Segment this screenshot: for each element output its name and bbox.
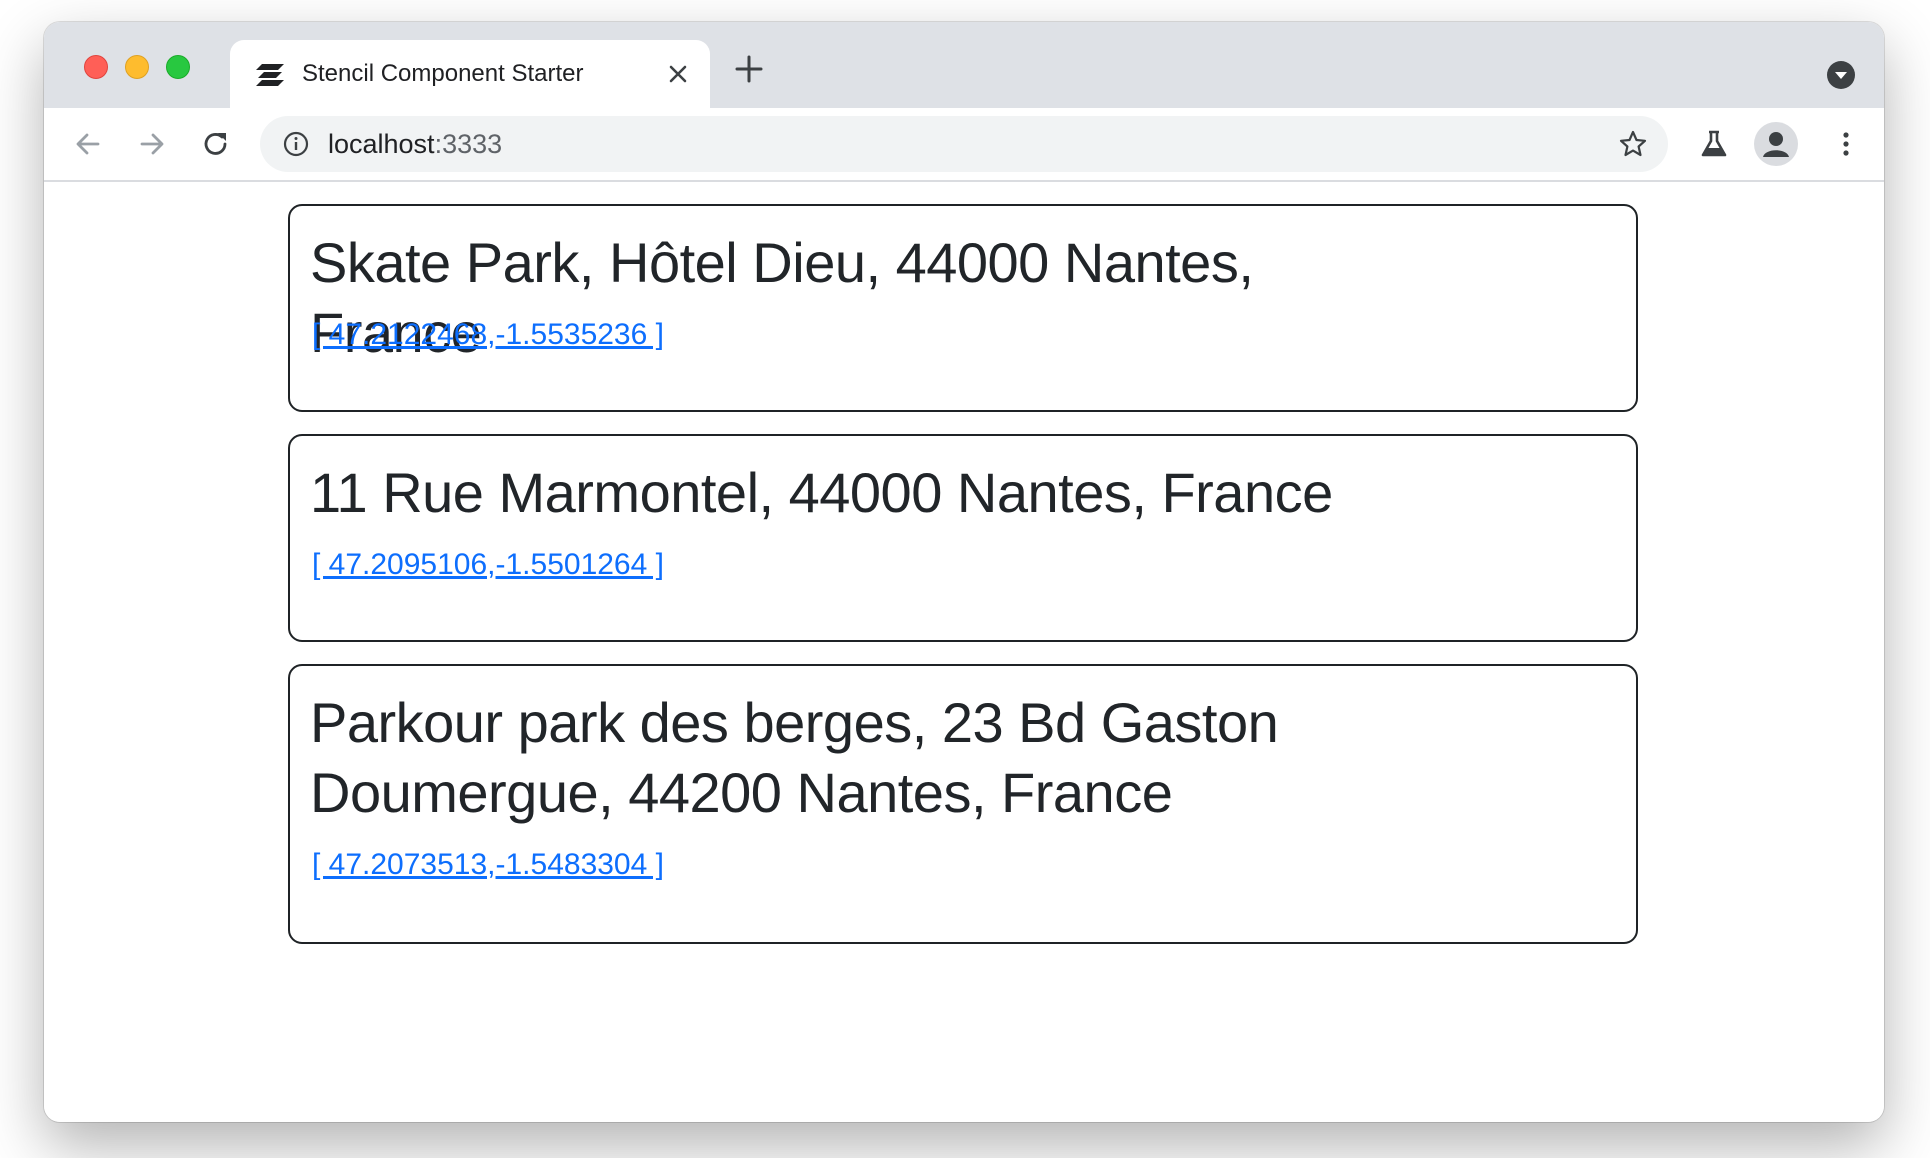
stencil-logo-icon: [256, 64, 284, 86]
info-icon[interactable]: [282, 130, 310, 158]
chevron-down-icon[interactable]: [1826, 60, 1856, 90]
place-address: Parkour park des berges, 23 Bd Gaston Do…: [310, 691, 1279, 824]
place-coordinates-link[interactable]: [ 47.2095106,-1.5501264 ]: [312, 548, 664, 582]
url-host: localhost: [328, 129, 435, 159]
url-port: :3333: [434, 129, 503, 159]
url-text: localhost:3333: [328, 116, 502, 172]
place-card: Skate Park, Hôtel Dieu, 44000 Nantes, Fr…: [288, 204, 1638, 412]
tab-stencil-component-starter[interactable]: Stencil Component Starter: [230, 40, 710, 108]
minimize-window-button[interactable]: [125, 55, 149, 79]
avatar-icon[interactable]: [1754, 122, 1798, 166]
tab-title: Stencil Component Starter: [302, 60, 584, 87]
toolbar: localhost:3333: [44, 108, 1884, 182]
place-card: Parkour park des berges, 23 Bd Gaston Do…: [288, 664, 1638, 944]
zoom-window-button[interactable]: [166, 55, 190, 79]
place-coordinates-link[interactable]: [ 47.2122468,-1.5535236 ]: [312, 318, 664, 352]
address-bar[interactable]: localhost:3333: [260, 116, 1668, 172]
flask-icon[interactable]: [1696, 126, 1732, 162]
place-coordinates-link[interactable]: [ 47.2073513,-1.5483304 ]: [312, 848, 664, 882]
browser-window: Stencil Component Starter localhost:3333…: [44, 22, 1884, 1122]
new-tab-icon[interactable]: [732, 52, 766, 86]
tab-strip: Stencil Component Starter: [44, 22, 1884, 108]
arrow-right-icon[interactable]: [134, 126, 170, 162]
place-card: 11 Rue Marmontel, 44000 Nantes, France […: [288, 434, 1638, 642]
kebab-menu-icon[interactable]: [1828, 126, 1864, 162]
star-icon[interactable]: [1618, 129, 1648, 159]
reload-icon[interactable]: [198, 126, 234, 162]
page-viewport: Skate Park, Hôtel Dieu, 44000 Nantes, Fr…: [44, 182, 1884, 1122]
close-window-button[interactable]: [84, 55, 108, 79]
close-icon[interactable]: [664, 60, 692, 88]
place-address: 11 Rue Marmontel, 44000 Nantes, France: [310, 461, 1333, 524]
arrow-left-icon[interactable]: [70, 126, 106, 162]
